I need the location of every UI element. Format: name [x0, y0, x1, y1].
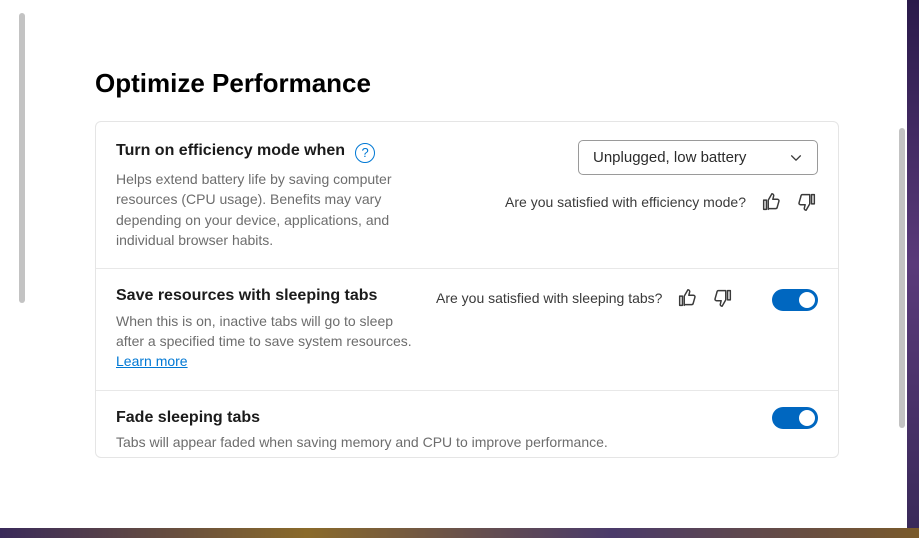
- efficiency-mode-right: Unplugged, low battery Are you satisfied…: [420, 140, 818, 250]
- sleeping-tabs-control: [772, 285, 818, 311]
- performance-card: Turn on efficiency mode when ? Helps ext…: [95, 121, 839, 458]
- sleeping-tabs-desc-text: When this is on, inactive tabs will go t…: [116, 313, 412, 349]
- content-area: Optimize Performance Turn on efficiency …: [95, 0, 839, 528]
- sleeping-tabs-left: Save resources with sleeping tabs When t…: [116, 285, 416, 371]
- efficiency-feedback-question: Are you satisfied with efficiency mode?: [505, 194, 746, 210]
- wallpaper-bottom-sliver: [0, 528, 919, 538]
- sleeping-tabs-learn-more-link[interactable]: Learn more: [116, 353, 188, 369]
- efficiency-feedback: Are you satisfied with efficiency mode?: [505, 191, 818, 213]
- thumbs-down-icon[interactable]: [712, 287, 734, 309]
- efficiency-mode-title: Turn on efficiency mode when: [116, 140, 345, 162]
- efficiency-mode-dropdown-value: Unplugged, low battery: [593, 149, 746, 166]
- help-icon[interactable]: ?: [355, 143, 375, 163]
- right-scrollbar[interactable]: [899, 128, 905, 428]
- sleeping-tabs-feedback-question: Are you satisfied with sleeping tabs?: [436, 290, 662, 306]
- fade-tabs-title: Fade sleeping tabs: [116, 409, 260, 426]
- fade-tabs-row: Fade sleeping tabs Tabs will appear fade…: [96, 391, 838, 457]
- efficiency-mode-row: Turn on efficiency mode when ? Helps ext…: [96, 122, 838, 269]
- left-scrollbar[interactable]: [19, 13, 25, 303]
- section-heading: Optimize Performance: [95, 68, 839, 99]
- efficiency-mode-left: Turn on efficiency mode when ? Helps ext…: [116, 140, 396, 250]
- fade-tabs-toggle[interactable]: [772, 407, 818, 429]
- sleeping-tabs-desc: When this is on, inactive tabs will go t…: [116, 311, 416, 372]
- settings-page: Optimize Performance Turn on efficiency …: [0, 0, 919, 538]
- sleeping-tabs-title: Save resources with sleeping tabs: [116, 287, 377, 304]
- sleeping-tabs-feedback: Are you satisfied with sleeping tabs?: [436, 285, 752, 309]
- sleeping-tabs-toggle[interactable]: [772, 289, 818, 311]
- efficiency-mode-dropdown[interactable]: Unplugged, low battery: [578, 140, 818, 175]
- sleeping-tabs-row: Save resources with sleeping tabs When t…: [96, 269, 838, 390]
- thumbs-up-icon[interactable]: [676, 287, 698, 309]
- fade-tabs-control: [772, 407, 818, 429]
- thumbs-up-icon[interactable]: [760, 191, 782, 213]
- efficiency-mode-desc: Helps extend battery life by saving comp…: [116, 169, 396, 250]
- wallpaper-right-sliver: [907, 0, 919, 528]
- thumbs-down-icon[interactable]: [796, 191, 818, 213]
- fade-tabs-desc: Tabs will appear faded when saving memor…: [116, 432, 752, 452]
- chevron-down-icon: [789, 151, 803, 165]
- fade-tabs-left: Fade sleeping tabs Tabs will appear fade…: [116, 407, 752, 453]
